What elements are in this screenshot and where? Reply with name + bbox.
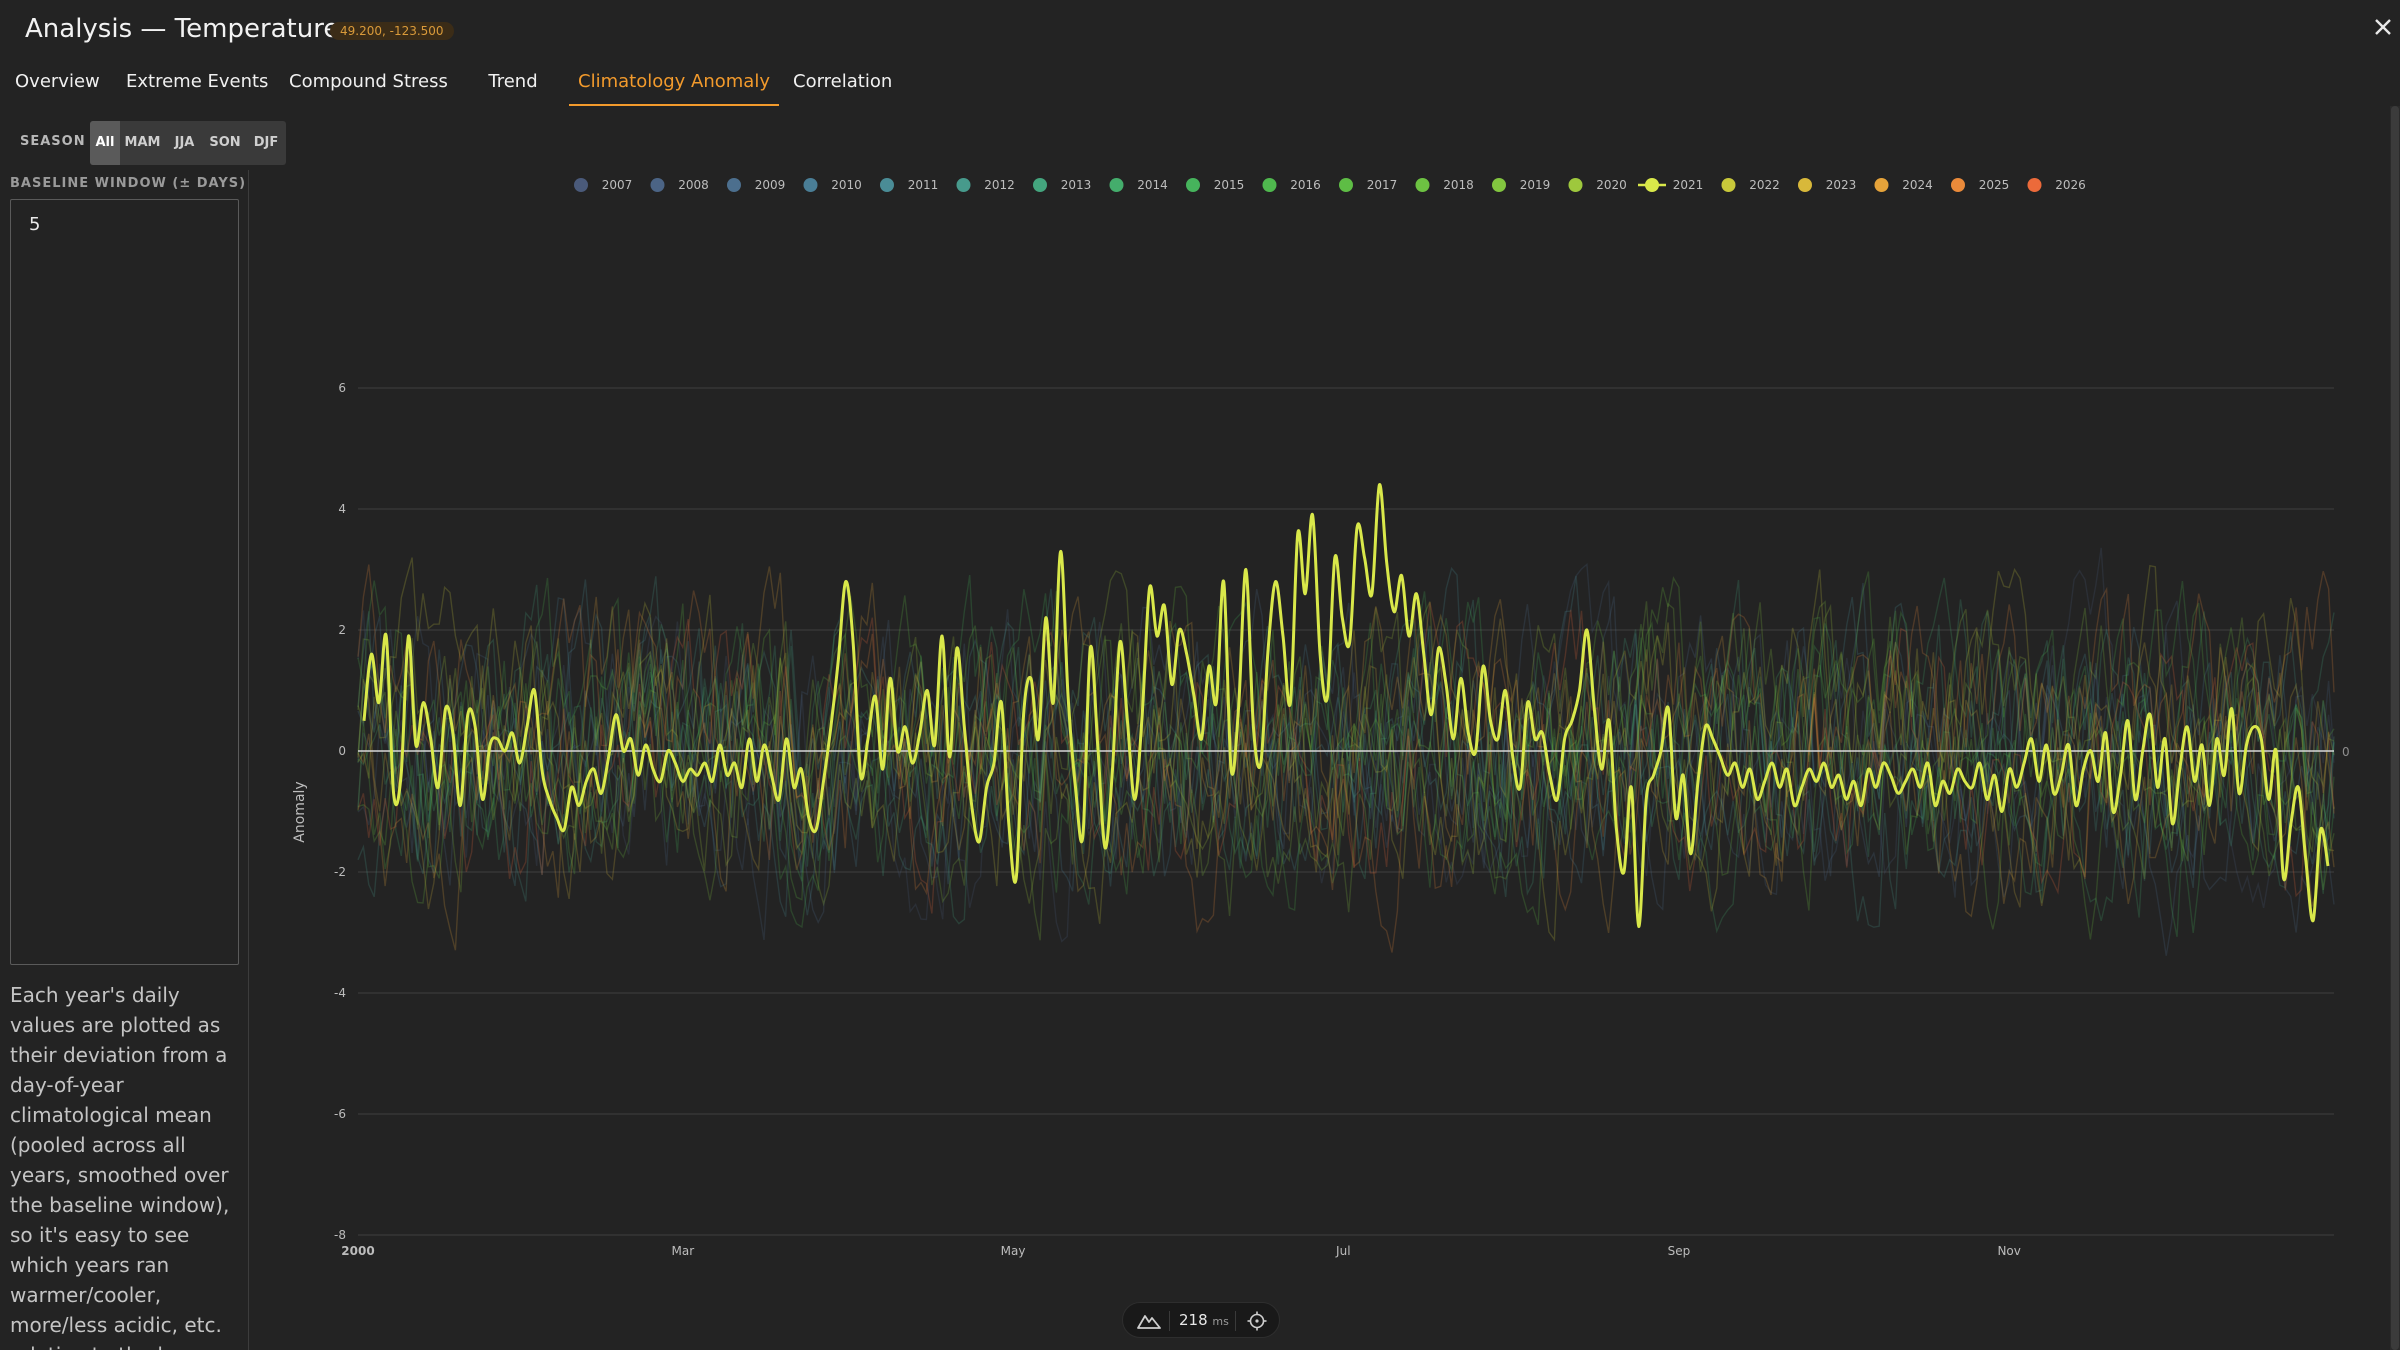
legend-marker <box>1721 178 1736 192</box>
y-tick-label: 2 <box>338 623 346 637</box>
y-tick-label: 6 <box>338 381 346 395</box>
background-series <box>357 547 2335 956</box>
y-tick-label: 4 <box>338 502 346 516</box>
y-axis-label: Anomaly <box>292 781 308 842</box>
legend-label: 2020 <box>1596 178 1627 192</box>
legend-label: 2010 <box>831 178 862 192</box>
x-tick-label: 2000 <box>341 1244 374 1258</box>
legend-marker <box>1798 178 1812 192</box>
legend-marker <box>880 178 894 192</box>
app-root: Analysis — Temperature 49.200, -123.500 … <box>0 0 2400 1350</box>
render-time-unit: ms <box>1212 1315 1229 1328</box>
legend-item-2022[interactable]: 2022 <box>1721 178 1780 192</box>
legend-marker <box>1109 178 1124 192</box>
legend-marker <box>1415 178 1430 192</box>
x-tick-label: Mar <box>672 1244 695 1258</box>
legend-marker <box>1492 178 1506 192</box>
legend-marker <box>1874 178 1889 192</box>
legend-marker <box>803 178 818 192</box>
x-tick-label: Jul <box>1335 1244 1350 1258</box>
x-tick-label: May <box>1001 1244 1026 1258</box>
legend-label: 2025 <box>1979 178 2010 192</box>
legend-item-2007[interactable]: 2007 <box>574 178 632 192</box>
legend-item-2015[interactable]: 2015 <box>1186 178 1244 192</box>
legend-label: 2017 <box>1367 178 1398 192</box>
legend-label: 2016 <box>1290 178 1321 192</box>
legend-item-2013[interactable]: 2013 <box>1033 178 1091 192</box>
legend-marker <box>574 178 588 192</box>
legend-item-2008[interactable]: 2008 <box>650 178 709 192</box>
render-time: 218 ms <box>1179 1311 1229 1329</box>
y-tick-label: -6 <box>334 1107 346 1121</box>
legend-item-2024[interactable]: 2024 <box>1874 178 1933 192</box>
x-tick-label: Nov <box>1997 1244 2020 1258</box>
legend-item-2014[interactable]: 2014 <box>1109 178 1168 192</box>
legend-label: 2015 <box>1214 178 1245 192</box>
legend-marker <box>1339 178 1353 192</box>
legend-label: 2013 <box>1061 178 1092 192</box>
legend-marker <box>2027 178 2042 192</box>
legend-item-2026[interactable]: 2026 <box>2027 178 2086 192</box>
legend-marker <box>1262 178 1277 192</box>
mountain-icon[interactable] <box>1137 1312 1161 1330</box>
render-time-value: 218 <box>1179 1311 1208 1329</box>
legend-label: 2018 <box>1443 178 1474 192</box>
y-tick-label: -4 <box>334 986 346 1000</box>
legend-item-2010[interactable]: 2010 <box>803 178 862 192</box>
legend-label: 2007 <box>602 178 633 192</box>
legend-label: 2009 <box>755 178 786 192</box>
legend-marker <box>1645 178 1659 192</box>
legend-marker <box>1568 178 1583 192</box>
legend-item-2020[interactable]: 2020 <box>1568 178 1627 192</box>
legend-label: 2022 <box>1749 178 1780 192</box>
legend-label: 2023 <box>1826 178 1857 192</box>
legend-marker <box>956 178 971 192</box>
legend-marker <box>650 178 665 192</box>
legend-label: 2021 <box>1673 178 1704 192</box>
legend-label: 2011 <box>908 178 939 192</box>
legend-item-2016[interactable]: 2016 <box>1262 178 1321 192</box>
y-tick-label: -2 <box>334 865 346 879</box>
legend-label: 2012 <box>984 178 1015 192</box>
zero-right-label: 0 <box>2342 745 2350 759</box>
legend: 2007 2008 2009 2010 2011 2012 2013 2014 2015 2016… <box>574 178 2086 192</box>
legend-marker <box>1951 178 1965 192</box>
x-tick-label: Sep <box>1668 1244 1691 1258</box>
crosshair-icon[interactable] <box>1247 1311 1267 1331</box>
legend-item-2018[interactable]: 2018 <box>1415 178 1474 192</box>
legend-item-2011[interactable]: 2011 <box>880 178 938 192</box>
legend-item-2017[interactable]: 2017 <box>1339 178 1397 192</box>
legend-label: 2024 <box>1902 178 1933 192</box>
legend-item-2009[interactable]: 2009 <box>727 178 785 192</box>
legend-item-2025[interactable]: 2025 <box>1951 178 2009 192</box>
legend-item-2023[interactable]: 2023 <box>1798 178 1856 192</box>
legend-label: 2026 <box>2055 178 2086 192</box>
legend-item-2012[interactable]: 2012 <box>956 178 1015 192</box>
scrollbar-thumb[interactable] <box>2391 106 2399 1350</box>
legend-marker <box>1033 178 1047 192</box>
pill-separator <box>1169 1311 1170 1331</box>
pill-separator <box>1235 1311 1236 1331</box>
legend-marker <box>1186 178 1200 192</box>
legend-label: 2008 <box>678 178 709 192</box>
anomaly-chart: 6420-2-4-6-8Anomaly2000 Mar May Jul Sep Nov0 … <box>292 178 2350 1258</box>
y-tick-label: 0 <box>338 744 346 758</box>
legend-label: 2014 <box>1137 178 1168 192</box>
y-tick-label: -8 <box>334 1228 346 1242</box>
legend-marker <box>727 178 741 192</box>
legend-item-2021[interactable]: 2021 <box>1638 178 1703 192</box>
legend-label: 2019 <box>1520 178 1551 192</box>
legend-item-2019[interactable]: 2019 <box>1492 178 1550 192</box>
render-status: 218 ms <box>1122 1302 1280 1338</box>
